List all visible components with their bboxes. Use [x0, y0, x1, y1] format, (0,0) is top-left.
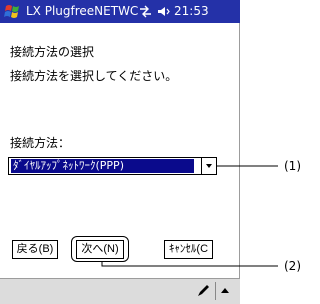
speaker-icon[interactable]: [157, 5, 170, 18]
taskbar: [0, 278, 240, 304]
connectivity-icon[interactable]: [139, 5, 152, 18]
method-label: 接続方法：: [10, 136, 71, 150]
clock[interactable]: 21:53: [174, 4, 209, 18]
taskbar-divider: [215, 282, 216, 300]
up-arrow-icon[interactable]: [220, 286, 230, 296]
dialog-heading: 接続方法の選択: [10, 45, 95, 59]
callout-label-2: (2): [284, 259, 301, 273]
selected-method: ﾀﾞｲﾔﾙｱｯﾌﾟﾈｯﾄﾜｰｸ(PPP): [11, 159, 194, 173]
back-button[interactable]: 戻る(B): [12, 240, 58, 259]
dropdown-arrow-icon: [206, 164, 212, 168]
instruction-text: 接続方法を選択してください。: [10, 69, 178, 83]
pocketpc-screen: LX PlugfreeNETWC 21:53 接続方法の選択 接続方法を選択して…: [0, 0, 240, 304]
pen-icon[interactable]: [196, 284, 210, 298]
callout-label-1: (1): [284, 159, 301, 173]
app-title: LX PlugfreeNETWC: [26, 4, 139, 18]
cancel-button[interactable]: ｷｬﾝｾﾙ(C: [164, 240, 213, 259]
dropdown-button[interactable]: [201, 158, 216, 174]
windows-flag-icon[interactable]: [4, 3, 21, 20]
connection-method-dropdown[interactable]: ﾀﾞｲﾔﾙｱｯﾌﾟﾈｯﾄﾜｰｸ(PPP): [8, 157, 217, 175]
next-button[interactable]: 次へ(N): [76, 240, 124, 259]
title-bar: LX PlugfreeNETWC 21:53: [0, 0, 240, 23]
